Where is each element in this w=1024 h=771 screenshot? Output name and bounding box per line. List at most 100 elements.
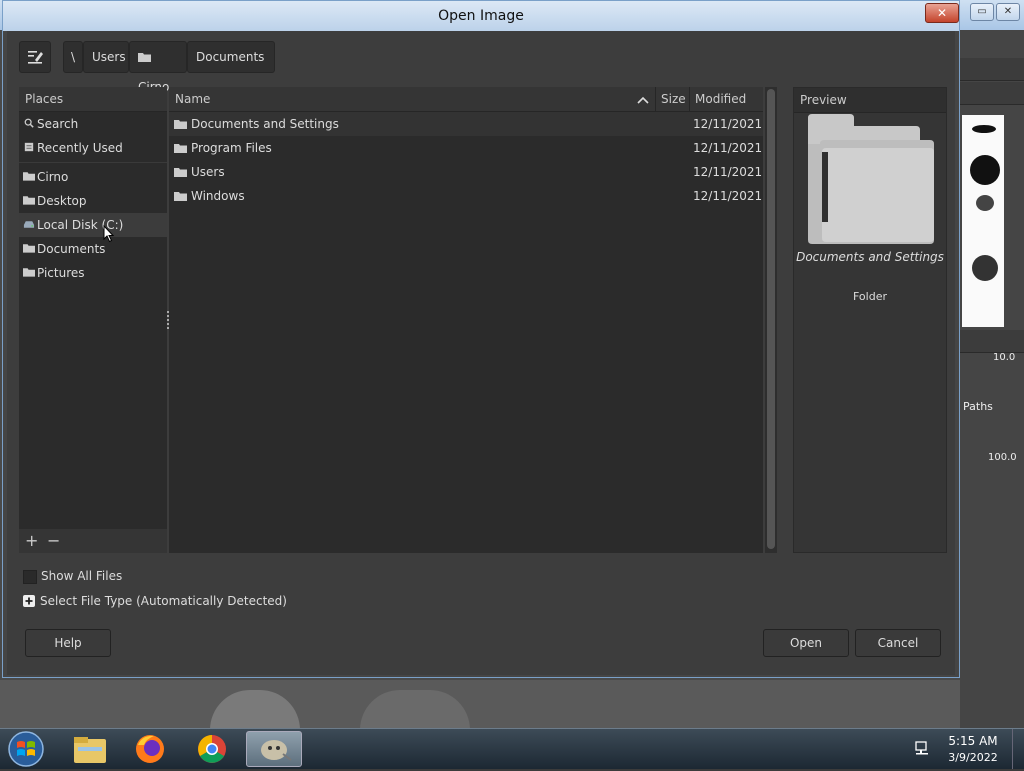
folder-preview-icon — [808, 114, 934, 244]
places-sidebar: Places Search Recently Used Cirno Deskto… — [19, 87, 167, 553]
place-label: Cirno — [37, 170, 69, 184]
file-name: Users — [191, 165, 225, 179]
search-icon — [24, 118, 34, 128]
preview-file-type: Folder — [853, 290, 887, 303]
paths-tab[interactable]: Paths — [963, 400, 993, 413]
folder-icon — [174, 192, 187, 201]
edit-location-button[interactable] — [19, 41, 51, 73]
place-pictures[interactable]: Pictures — [19, 261, 167, 285]
network-icon[interactable] — [914, 741, 932, 757]
file-name: Windows — [191, 189, 245, 203]
places-divider — [19, 162, 167, 163]
file-modified: 12/11/2021 — [693, 165, 763, 179]
open-button[interactable]: Open — [763, 629, 849, 657]
taskbar-gimp[interactable] — [246, 731, 302, 767]
background-restore-icon[interactable]: ▭ — [970, 3, 994, 21]
gimp-icon — [261, 740, 292, 761]
start-button[interactable] — [6, 730, 46, 768]
file-list-scrollbar[interactable] — [765, 87, 777, 553]
folder-icon — [174, 144, 187, 153]
background-window-buttons[interactable]: ▭ ✕ — [970, 3, 1020, 21]
brush-palette[interactable] — [962, 115, 1004, 327]
brush-swatch[interactable] — [970, 155, 1000, 185]
brush-swatch[interactable] — [972, 125, 996, 133]
dialog-title: Open Image — [438, 8, 524, 24]
place-local-disk[interactable]: Local Disk (C:) — [19, 213, 167, 243]
breadcrumb-users[interactable]: Users — [83, 41, 129, 73]
place-documents[interactable]: Documents — [19, 237, 167, 261]
place-recently-used[interactable]: Recently Used — [19, 136, 167, 160]
file-explorer-icon — [74, 737, 106, 763]
folder-icon — [174, 168, 187, 177]
place-cirno[interactable]: Cirno — [19, 165, 167, 189]
taskbar-explorer[interactable] — [62, 731, 118, 767]
file-modified: 12/11/2021 — [693, 189, 763, 203]
dialog-body: \ Users Cirno Documents Places Search Re… — [7, 31, 955, 675]
place-label: Search — [37, 117, 79, 131]
preview-header: Preview — [794, 88, 946, 113]
checkbox-box[interactable] — [23, 570, 37, 584]
folder-icon — [138, 53, 151, 62]
cancel-button[interactable]: Cancel — [855, 629, 941, 657]
show-desktop-button[interactable] — [1012, 729, 1024, 769]
firefox-icon — [136, 735, 164, 763]
add-bookmark-button[interactable]: + — [25, 531, 38, 550]
file-name: Program Files — [191, 141, 272, 155]
sort-ascending-icon[interactable] — [637, 96, 649, 104]
places-header: Places — [19, 87, 167, 112]
background-close-icon[interactable]: ✕ — [996, 3, 1020, 21]
folder-icon — [23, 172, 35, 181]
file-modified: 12/11/2021 — [693, 141, 763, 155]
place-desktop[interactable]: Desktop — [19, 189, 167, 213]
column-name[interactable]: Name — [175, 92, 210, 106]
clock-time[interactable]: 5:15 AM — [940, 734, 1006, 748]
dialog-titlebar[interactable]: Open Image ✕ — [3, 1, 959, 31]
windows-start-icon — [8, 731, 44, 767]
file-row[interactable]: Users 12/11/2021 — [169, 160, 763, 184]
file-modified: 12/11/2021 — [693, 117, 763, 131]
file-row[interactable]: Documents and Settings 12/11/2021 — [169, 112, 763, 136]
place-label: Documents — [37, 242, 106, 256]
close-button[interactable]: ✕ — [925, 3, 959, 23]
breadcrumb-root[interactable]: \ — [63, 41, 83, 73]
dock-row — [960, 330, 1024, 353]
file-name: Documents and Settings — [191, 117, 339, 131]
column-size[interactable]: Size — [661, 92, 686, 106]
brush-swatch[interactable] — [972, 255, 998, 281]
place-label: Pictures — [37, 266, 85, 280]
scrollbar-thumb[interactable] — [767, 89, 775, 549]
taskbar-firefox[interactable] — [122, 731, 178, 767]
column-modified[interactable]: Modified — [695, 92, 746, 106]
dock-row — [960, 82, 1024, 105]
file-row[interactable]: Program Files 12/11/2021 — [169, 136, 763, 160]
file-list: Name Size Modified Documents and Setting… — [169, 87, 763, 553]
taskbar: 5:15 AM 3/9/2022 — [0, 728, 1024, 769]
column-divider[interactable] — [689, 87, 690, 111]
background-value-b: 100.0 — [988, 452, 1017, 463]
help-button[interactable]: Help — [25, 629, 111, 657]
place-label: Desktop — [37, 194, 87, 208]
folder-icon — [23, 244, 35, 253]
pencil-icon — [28, 51, 43, 64]
brush-swatch[interactable] — [976, 195, 994, 211]
breadcrumb-cirno[interactable]: Cirno — [129, 41, 187, 94]
background-value-a: 10.0 — [993, 352, 1016, 363]
preview-file-name: Documents and Settings — [796, 250, 944, 264]
place-search[interactable]: Search — [19, 112, 167, 136]
folder-icon — [23, 268, 35, 277]
remove-bookmark-button[interactable]: − — [47, 531, 60, 550]
clock-date[interactable]: 3/9/2022 — [940, 751, 1006, 764]
recent-icon — [24, 142, 34, 152]
place-label: Recently Used — [37, 141, 123, 155]
taskbar-chrome[interactable] — [184, 731, 240, 767]
checkbox-label: Show All Files — [41, 569, 123, 583]
canvas-area — [0, 680, 960, 728]
dock-row — [960, 58, 1024, 81]
file-row[interactable]: Windows 12/11/2021 — [169, 184, 763, 208]
places-footer: + − — [19, 529, 167, 553]
column-divider[interactable] — [655, 87, 656, 111]
chrome-icon — [198, 735, 226, 763]
folder-icon — [23, 196, 35, 205]
breadcrumb-documents[interactable]: Documents — [187, 41, 275, 73]
plus-expander-icon — [23, 595, 35, 607]
